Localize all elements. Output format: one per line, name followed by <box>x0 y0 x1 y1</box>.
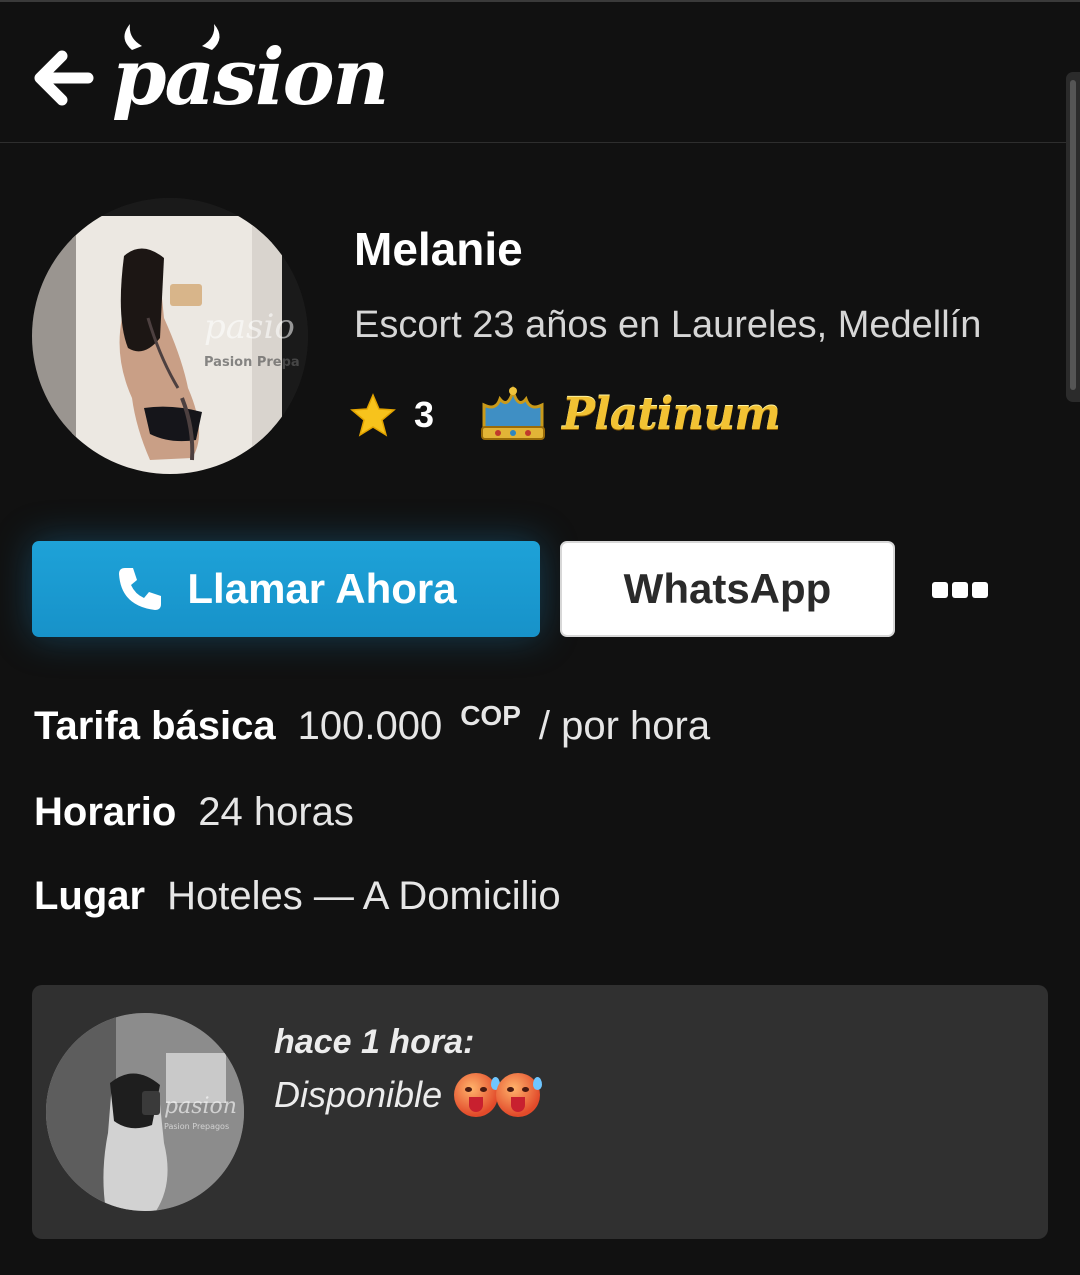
tier-badge: Platinum <box>478 382 781 446</box>
schedule-key: Horario <box>34 790 177 834</box>
post-text-row: Disponible <box>274 1073 543 1117</box>
place-key: Lugar <box>34 874 146 918</box>
rate-unit: / por hora <box>538 704 711 748</box>
post-photo: pasion Pasion Prepagos <box>46 1013 244 1211</box>
post-time: hace 1 hora: <box>274 1023 475 1061</box>
status-post-card[interactable]: pasion Pasion Prepagos hace 1 hora: Disp… <box>32 985 1048 1239</box>
phone-icon <box>119 568 162 610</box>
pasion-logo[interactable]: pasion <box>112 20 389 132</box>
logo-text: pasion <box>112 32 389 123</box>
post-watermark: pasion <box>164 1094 237 1119</box>
dot <box>952 582 968 598</box>
back-button[interactable] <box>34 50 94 106</box>
schedule-row: Horario 24 horas <box>34 790 354 835</box>
scrollbar-thumb[interactable] <box>1070 80 1076 390</box>
whatsapp-label: WhatsApp <box>623 565 832 612</box>
profile-photo: pasio Pasion Prepa <box>32 198 308 474</box>
post-watermark-sub: Pasion Prepagos <box>164 1122 229 1131</box>
avatar-watermark-sub: Pasion Prepa <box>204 355 300 370</box>
schedule-value: 24 horas <box>198 790 354 834</box>
scrollbar[interactable] <box>1066 72 1080 402</box>
top-bar: pasion <box>0 2 1080 143</box>
post-text: Disponible <box>274 1074 443 1115</box>
rate-row: Tarifa básica 100.000 COP / por hora <box>34 700 711 749</box>
profile-subtitle: Escort 23 años en Laureles, Medellín <box>354 304 982 346</box>
hot-face-emoji-group <box>454 1073 543 1117</box>
dot <box>932 582 948 598</box>
post-avatar[interactable]: pasion Pasion Prepagos <box>46 1013 244 1211</box>
place-row: Lugar Hoteles — A Domicilio <box>34 874 561 919</box>
crown-icon <box>481 385 545 440</box>
whatsapp-button[interactable]: WhatsApp <box>560 541 895 637</box>
rate-key: Tarifa básica <box>34 704 276 748</box>
more-dots-icon[interactable] <box>926 568 994 612</box>
place-value: Hoteles — A Domicilio <box>167 874 561 918</box>
tier-label: Platinum <box>562 388 781 440</box>
rating-value: 3 <box>414 394 435 435</box>
call-now-label: Llamar Ahora <box>187 565 457 612</box>
rate-currency: COP <box>460 700 521 731</box>
star-icon <box>350 393 396 437</box>
avatar-watermark: pasio <box>204 307 295 347</box>
rate-value: 100.000 <box>297 704 443 748</box>
profile-name: Melanie <box>354 223 523 275</box>
dot <box>972 582 988 598</box>
arrow-left-icon <box>34 50 94 106</box>
hot-face-icon <box>454 1073 501 1117</box>
call-now-button[interactable]: Llamar Ahora <box>32 541 540 637</box>
profile-avatar[interactable]: pasio Pasion Prepa <box>32 198 308 474</box>
rating: 3 <box>350 390 434 440</box>
hot-face-icon <box>496 1073 543 1117</box>
